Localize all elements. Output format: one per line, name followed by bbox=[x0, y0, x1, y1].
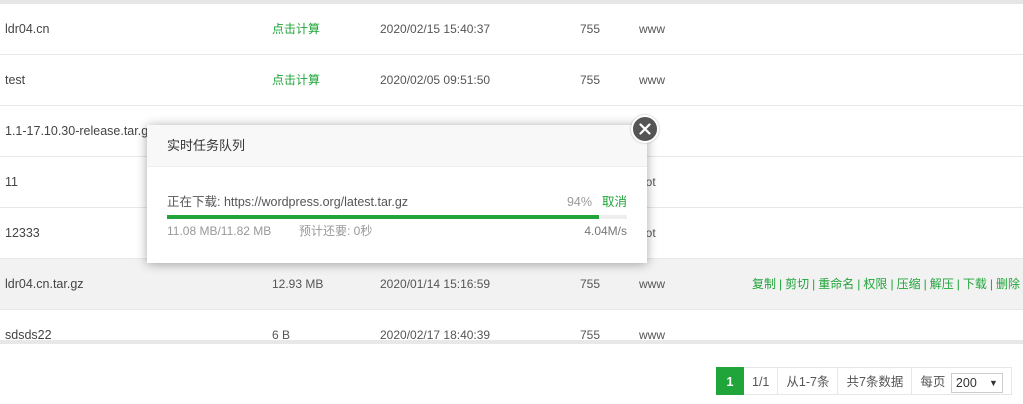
download-size-progress: 11.08 MB/11.82 MB bbox=[167, 224, 272, 238]
file-owner: www bbox=[639, 277, 665, 291]
page-count: 1/1 bbox=[744, 367, 779, 395]
cancel-button[interactable]: 取消 bbox=[602, 194, 627, 210]
download-eta: 预计还要: 0秒 bbox=[299, 224, 373, 238]
file-owner: oot bbox=[639, 226, 656, 240]
file-name[interactable]: sdsds22 bbox=[5, 310, 260, 343]
file-permission: 755 bbox=[580, 328, 601, 342]
table-divider bbox=[0, 340, 1023, 344]
table-row[interactable]: test 点击计算 2020/02/05 09:51:50 755 www bbox=[0, 55, 1023, 106]
action-separator: | bbox=[812, 277, 816, 291]
per-page-value: 200 bbox=[955, 375, 977, 390]
file-modified-time: 2020/02/05 09:51:50 bbox=[380, 73, 491, 87]
row-action-link[interactable]: 重命名 bbox=[818, 277, 854, 291]
file-owner: oot bbox=[639, 175, 656, 189]
row-action-link[interactable]: 剪切 bbox=[785, 277, 809, 291]
close-icon bbox=[639, 123, 651, 135]
per-page-label: 每页 bbox=[920, 375, 946, 389]
action-separator: | bbox=[890, 277, 894, 291]
file-size: 6 B bbox=[272, 328, 291, 342]
modal-title: 实时任务队列 bbox=[147, 125, 647, 167]
page-button-current[interactable]: 1 bbox=[716, 367, 744, 395]
pagination: 1 1/1 从1-7条 共7条数据 每页 200 ▼ bbox=[716, 367, 1012, 395]
calculate-size-link[interactable]: 点击计算 bbox=[272, 55, 372, 106]
row-action-link[interactable]: 删除 bbox=[996, 277, 1020, 291]
table-row[interactable]: ldr04.cn.tar.gz 12.93 MB 2020/01/14 15:16:… bbox=[0, 259, 1023, 310]
file-owner: www bbox=[639, 22, 665, 36]
download-progress-fill bbox=[167, 215, 600, 219]
file-permission: 755 bbox=[580, 73, 601, 87]
file-modified-time: 2020/02/17 18:40:39 bbox=[380, 328, 491, 342]
action-separator: | bbox=[779, 277, 783, 291]
table-row[interactable]: sdsds22 6 B 2020/02/17 18:40:39 755 www bbox=[0, 310, 1023, 343]
file-owner: www bbox=[639, 328, 665, 342]
per-page-control: 每页 200 ▼ bbox=[912, 367, 1012, 395]
file-owner: www bbox=[639, 73, 665, 87]
file-modified-time: 2020/01/14 15:16:59 bbox=[380, 277, 491, 291]
file-permission: 755 bbox=[580, 277, 601, 291]
file-size: 12.93 MB bbox=[272, 277, 324, 291]
modal-close-button[interactable] bbox=[631, 115, 659, 143]
row-action-link[interactable]: 下载 bbox=[963, 277, 987, 291]
action-separator: | bbox=[956, 277, 960, 291]
per-page-select[interactable]: 200 ▼ bbox=[950, 372, 1003, 393]
download-stats: 11.08 MB/11.82 MB 预计还要: 0秒 4.04M/s bbox=[167, 223, 627, 239]
download-percent: 94% bbox=[566, 195, 592, 209]
row-action-link[interactable]: 解压 bbox=[930, 277, 954, 291]
action-separator: | bbox=[923, 277, 927, 291]
download-label: 正在下载: https://wordpress.org/latest.tar.g… bbox=[167, 195, 409, 209]
file-permission: 755 bbox=[580, 22, 601, 36]
file-name[interactable]: ldr04.cn.tar.gz bbox=[5, 259, 260, 310]
chevron-down-icon: ▼ bbox=[989, 377, 998, 388]
file-manager-page: ldr04.cn 点击计算 2020/02/15 15:40:37 755 www tes… bbox=[0, 0, 1023, 404]
file-name[interactable]: test bbox=[5, 55, 260, 106]
row-action-link[interactable]: 复制 bbox=[752, 277, 776, 291]
file-name[interactable]: ldr04.cn bbox=[5, 4, 260, 55]
task-queue-modal: 实时任务队列 正在下载: https://wordpress.org/lates… bbox=[147, 125, 647, 263]
total-count: 共7条数据 bbox=[838, 367, 913, 395]
calculate-size-link[interactable]: 点击计算 bbox=[272, 4, 372, 55]
action-separator: | bbox=[989, 277, 993, 291]
file-modified-time: 2020/02/15 15:40:37 bbox=[380, 22, 491, 36]
download-progress-bar bbox=[167, 215, 627, 219]
row-action-link[interactable]: 权限 bbox=[863, 277, 887, 291]
row-actions: 复制 | 剪切 | 重命名 | 权限 | 压缩 | 解压 | 下载 | 删除 bbox=[752, 259, 1023, 310]
download-line: 正在下载: https://wordpress.org/latest.tar.g… bbox=[167, 194, 627, 210]
page-range: 从1-7条 bbox=[778, 367, 839, 395]
row-action-link[interactable]: 压缩 bbox=[897, 277, 921, 291]
download-speed: 4.04M/s bbox=[584, 224, 627, 238]
table-row[interactable]: ldr04.cn 点击计算 2020/02/15 15:40:37 755 www bbox=[0, 4, 1023, 55]
